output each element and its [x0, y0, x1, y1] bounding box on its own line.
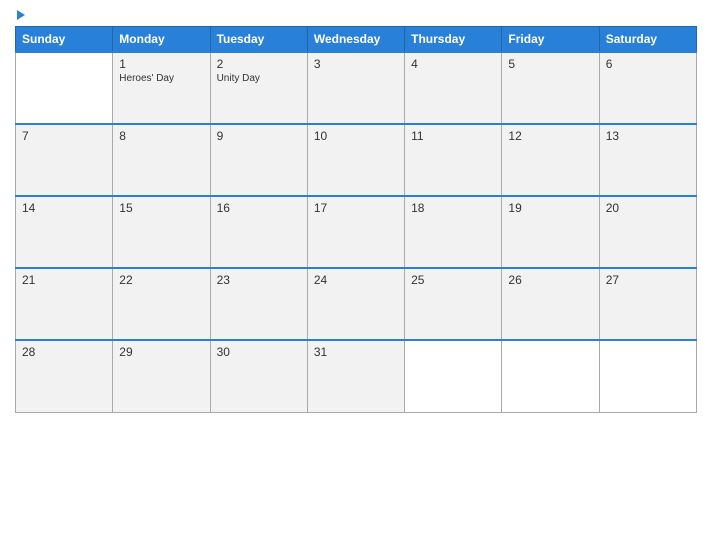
day-number: 15 — [119, 201, 203, 215]
calendar-cell: 19 — [502, 196, 599, 268]
calendar-cell: 30 — [210, 340, 307, 412]
calendar-cell: 23 — [210, 268, 307, 340]
calendar-cell: 22 — [113, 268, 210, 340]
weekday-header-wednesday: Wednesday — [307, 27, 404, 53]
calendar-cell: 2 Unity Day — [210, 52, 307, 124]
day-number: 16 — [217, 201, 301, 215]
calendar-cell: 29 — [113, 340, 210, 412]
calendar-cell: 6 — [599, 52, 696, 124]
calendar-cell: 20 — [599, 196, 696, 268]
calendar-cell: 13 — [599, 124, 696, 196]
day-number: 24 — [314, 273, 398, 287]
calendar-cell: 10 — [307, 124, 404, 196]
calendar-cell: 3 — [307, 52, 404, 124]
calendar-cell — [405, 340, 502, 412]
calendar-cell: 18 — [405, 196, 502, 268]
weekday-header-sunday: Sunday — [16, 27, 113, 53]
weekday-header-monday: Monday — [113, 27, 210, 53]
calendar-cell: 27 — [599, 268, 696, 340]
calendar-cell: 8 — [113, 124, 210, 196]
day-number: 28 — [22, 345, 106, 359]
day-number: 5 — [508, 57, 592, 71]
day-number: 23 — [217, 273, 301, 287]
week-row-4: 21 22 23 24 25 26 27 — [16, 268, 697, 340]
weekday-header-saturday: Saturday — [599, 27, 696, 53]
day-number: 21 — [22, 273, 106, 287]
week-row-5: 28 29 30 31 — [16, 340, 697, 412]
calendar-cell: 1 Heroes' Day — [113, 52, 210, 124]
calendar-cell: 21 — [16, 268, 113, 340]
day-number: 14 — [22, 201, 106, 215]
calendar-cell: 4 — [405, 52, 502, 124]
calendar-cell: 9 — [210, 124, 307, 196]
day-number: 13 — [606, 129, 690, 143]
day-number: 31 — [314, 345, 398, 359]
day-number: 18 — [411, 201, 495, 215]
day-number: 17 — [314, 201, 398, 215]
weekday-header-thursday: Thursday — [405, 27, 502, 53]
calendar-cell — [16, 52, 113, 124]
calendar-cell: 17 — [307, 196, 404, 268]
day-number: 29 — [119, 345, 203, 359]
week-row-1: 1 Heroes' Day 2 Unity Day 3456 — [16, 52, 697, 124]
week-row-2: 789 10 11 12 13 — [16, 124, 697, 196]
calendar-cell: 28 — [16, 340, 113, 412]
calendar-cell: 7 — [16, 124, 113, 196]
calendar-header — [15, 10, 697, 20]
event-label: Unity Day — [217, 73, 301, 84]
day-number: 26 — [508, 273, 592, 287]
weekday-header-friday: Friday — [502, 27, 599, 53]
day-number: 9 — [217, 129, 301, 143]
day-number: 8 — [119, 129, 203, 143]
day-number: 19 — [508, 201, 592, 215]
calendar-cell: 12 — [502, 124, 599, 196]
week-row-3: 14 15 16 17 18 19 20 — [16, 196, 697, 268]
calendar-cell — [599, 340, 696, 412]
calendar-cell: 16 — [210, 196, 307, 268]
calendar-cell: 31 — [307, 340, 404, 412]
logo-triangle-icon — [17, 10, 25, 20]
day-number: 4 — [411, 57, 495, 71]
day-number: 3 — [314, 57, 398, 71]
logo-blue-text — [15, 10, 25, 20]
day-number: 30 — [217, 345, 301, 359]
day-number: 2 — [217, 57, 301, 71]
day-number: 27 — [606, 273, 690, 287]
calendar-cell: 24 — [307, 268, 404, 340]
day-number: 12 — [508, 129, 592, 143]
calendar-cell: 5 — [502, 52, 599, 124]
calendar-cell: 26 — [502, 268, 599, 340]
calendar-cell: 15 — [113, 196, 210, 268]
day-number: 25 — [411, 273, 495, 287]
day-number: 20 — [606, 201, 690, 215]
event-label: Heroes' Day — [119, 73, 203, 84]
day-number: 6 — [606, 57, 690, 71]
calendar-cell: 25 — [405, 268, 502, 340]
calendar-cell: 14 — [16, 196, 113, 268]
day-number: 11 — [411, 129, 495, 143]
day-number: 7 — [22, 129, 106, 143]
calendar-cell: 11 — [405, 124, 502, 196]
calendar-table: SundayMondayTuesdayWednesdayThursdayFrid… — [15, 26, 697, 413]
calendar-page: SundayMondayTuesdayWednesdayThursdayFrid… — [0, 0, 712, 550]
day-number: 10 — [314, 129, 398, 143]
weekday-header-row: SundayMondayTuesdayWednesdayThursdayFrid… — [16, 27, 697, 53]
logo — [15, 10, 25, 20]
calendar-cell — [502, 340, 599, 412]
weekday-header-tuesday: Tuesday — [210, 27, 307, 53]
day-number: 1 — [119, 57, 203, 71]
day-number: 22 — [119, 273, 203, 287]
